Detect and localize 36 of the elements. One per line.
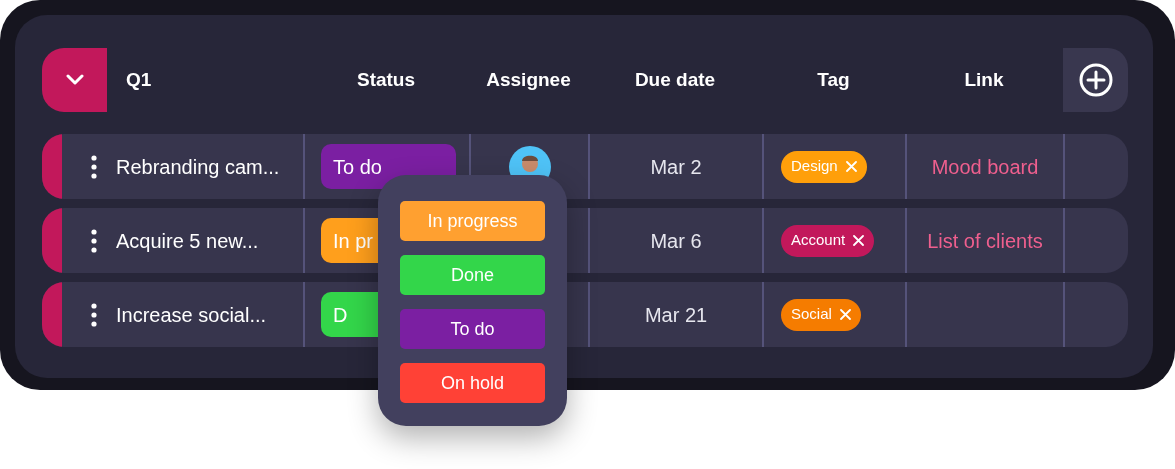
add-column-button[interactable] (1063, 48, 1128, 112)
tag-label: Account (791, 230, 846, 251)
column-header: Link (964, 67, 1004, 92)
row-stripe (42, 134, 62, 199)
tag-chip[interactable]: Account (781, 224, 875, 257)
more-icon[interactable] (91, 228, 97, 253)
more-icon[interactable] (91, 302, 97, 327)
task-name: Rebranding cam... (116, 154, 280, 180)
status-option[interactable]: Done (400, 255, 545, 295)
link[interactable]: Mood board (931, 151, 1039, 182)
due-date: Mar 21 (644, 302, 708, 328)
link[interactable]: List of clients (927, 225, 1043, 256)
tag-label: Design (791, 156, 838, 177)
group-title: Q1 (125, 67, 153, 92)
column-header: Status (356, 67, 416, 92)
close-icon[interactable] (853, 235, 865, 246)
column-header: Assignee (486, 67, 571, 92)
tag-chip[interactable]: Design (781, 150, 867, 183)
tag-label: Social (791, 304, 832, 325)
tag-chip[interactable]: Social (781, 298, 861, 331)
row-stripe (42, 282, 62, 347)
task-name: Acquire 5 new... (116, 228, 259, 254)
close-icon[interactable] (839, 309, 851, 320)
row-stripe (42, 208, 62, 273)
status-option[interactable]: To do (400, 309, 545, 349)
status-option[interactable]: On hold (400, 363, 545, 403)
task-name: Increase social... (116, 302, 267, 328)
more-icon[interactable] (91, 154, 97, 179)
column-header: Due date (634, 67, 716, 92)
add-icon (1078, 63, 1113, 97)
collapse-button[interactable] (42, 48, 107, 112)
due-date: Mar 2 (650, 154, 702, 180)
status-option[interactable]: In progress (400, 201, 545, 241)
column-header: Tag (817, 67, 850, 92)
chevron-down-icon (65, 74, 84, 86)
due-date: Mar 6 (650, 228, 702, 254)
